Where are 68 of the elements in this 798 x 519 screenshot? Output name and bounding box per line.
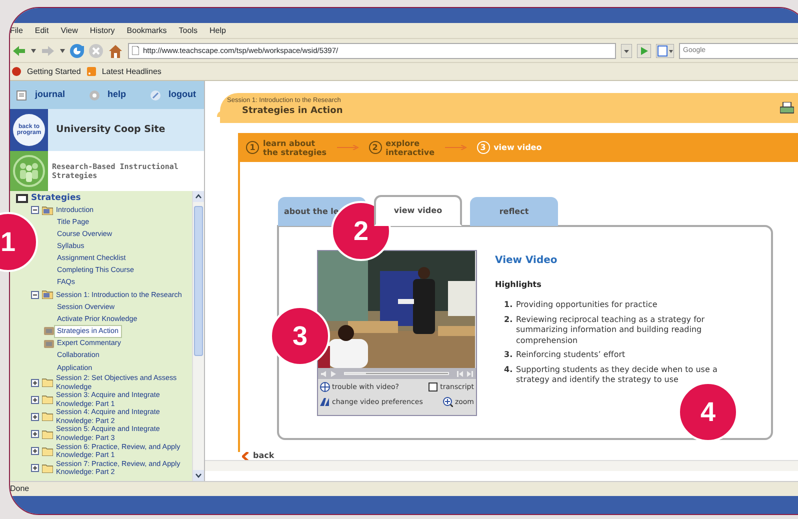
collapse-icon[interactable] bbox=[31, 290, 39, 299]
printer-icon[interactable] bbox=[780, 102, 794, 114]
menu-item[interactable]: Help bbox=[209, 24, 226, 36]
expand-icon[interactable] bbox=[31, 447, 39, 456]
expand-icon[interactable] bbox=[31, 412, 39, 421]
folder-icon bbox=[42, 395, 53, 404]
horizontal-scrollbar[interactable] bbox=[205, 460, 798, 471]
folder-icon bbox=[42, 412, 53, 422]
scroll-up-icon[interactable] bbox=[193, 191, 204, 202]
home-icon[interactable] bbox=[108, 44, 123, 58]
expand-icon[interactable] bbox=[31, 396, 39, 404]
menu-item[interactable]: Bookmarks bbox=[126, 24, 167, 36]
tree-root-label[interactable]: Strategies bbox=[31, 194, 81, 202]
expand-icon[interactable] bbox=[31, 464, 39, 472]
reload-icon[interactable] bbox=[70, 44, 84, 58]
bookmark-link[interactable]: Latest Headlines bbox=[102, 66, 162, 78]
site-name: University Coop Site bbox=[56, 122, 166, 137]
folder-icon bbox=[42, 206, 53, 215]
sidebar-link[interactable]: help bbox=[108, 88, 126, 102]
dropdown-button-icon[interactable] bbox=[621, 44, 632, 58]
scroll-down-icon[interactable] bbox=[193, 470, 204, 481]
program-logo bbox=[10, 151, 48, 191]
menu-item[interactable]: View bbox=[60, 24, 78, 36]
list-item-text: Reinforcing students’ effort bbox=[516, 350, 626, 360]
expand-icon[interactable] bbox=[31, 430, 39, 438]
search-engine-icon[interactable] bbox=[656, 44, 674, 58]
list-item-text: Reviewing reciprocal teaching as a strategy for summarizing information and building reading comprehension bbox=[516, 314, 706, 346]
section-heading: View Video bbox=[495, 254, 558, 268]
list-number: 3. bbox=[504, 350, 514, 360]
scrollbar-thumb[interactable] bbox=[194, 206, 203, 356]
folder-icon bbox=[42, 378, 53, 387]
folder-icon bbox=[42, 446, 53, 456]
arrow-icon bbox=[336, 145, 359, 150]
transcript-icon bbox=[428, 382, 438, 392]
tab[interactable]: reflect bbox=[470, 197, 558, 226]
sidebar-link[interactable]: logout bbox=[168, 88, 196, 102]
page-icon bbox=[132, 46, 139, 55]
folder-icon bbox=[42, 290, 53, 300]
zoom-icon bbox=[442, 396, 453, 407]
list-item-text: Providing opportunities for practice bbox=[516, 300, 658, 310]
arrow-icon bbox=[444, 145, 467, 150]
folder-icon bbox=[42, 464, 53, 473]
menu-item[interactable]: Edit bbox=[34, 24, 49, 36]
status-text: Done bbox=[10, 483, 30, 495]
help-icon bbox=[88, 90, 100, 100]
subheading: Highlights bbox=[495, 279, 542, 291]
expand-icon[interactable] bbox=[31, 378, 39, 386]
list-number: 2. bbox=[504, 314, 514, 326]
menu-item[interactable]: History bbox=[90, 24, 115, 36]
logout-icon bbox=[150, 90, 160, 100]
dropdown-icon[interactable] bbox=[31, 48, 36, 52]
tab[interactable]: view video bbox=[374, 195, 462, 226]
list-number: 1. bbox=[504, 300, 514, 310]
dropdown-icon[interactable] bbox=[60, 48, 65, 52]
list-number: 4. bbox=[504, 364, 514, 376]
sidebar-link[interactable]: journal bbox=[35, 88, 66, 102]
back-link[interactable]: back bbox=[242, 450, 274, 462]
preferences-icon bbox=[320, 396, 330, 407]
page-title: Strategies in Action bbox=[242, 105, 344, 118]
help-icon bbox=[320, 382, 330, 392]
menu-item[interactable]: Tools bbox=[178, 24, 198, 36]
bookmark-icon bbox=[12, 67, 21, 76]
seek-track[interactable] bbox=[344, 372, 449, 375]
bookmark-link[interactable]: Getting Started bbox=[27, 66, 81, 78]
collapse-icon[interactable] bbox=[31, 206, 39, 214]
folder-icon bbox=[42, 430, 53, 439]
journal-icon bbox=[16, 90, 27, 100]
feed-icon bbox=[86, 67, 96, 76]
